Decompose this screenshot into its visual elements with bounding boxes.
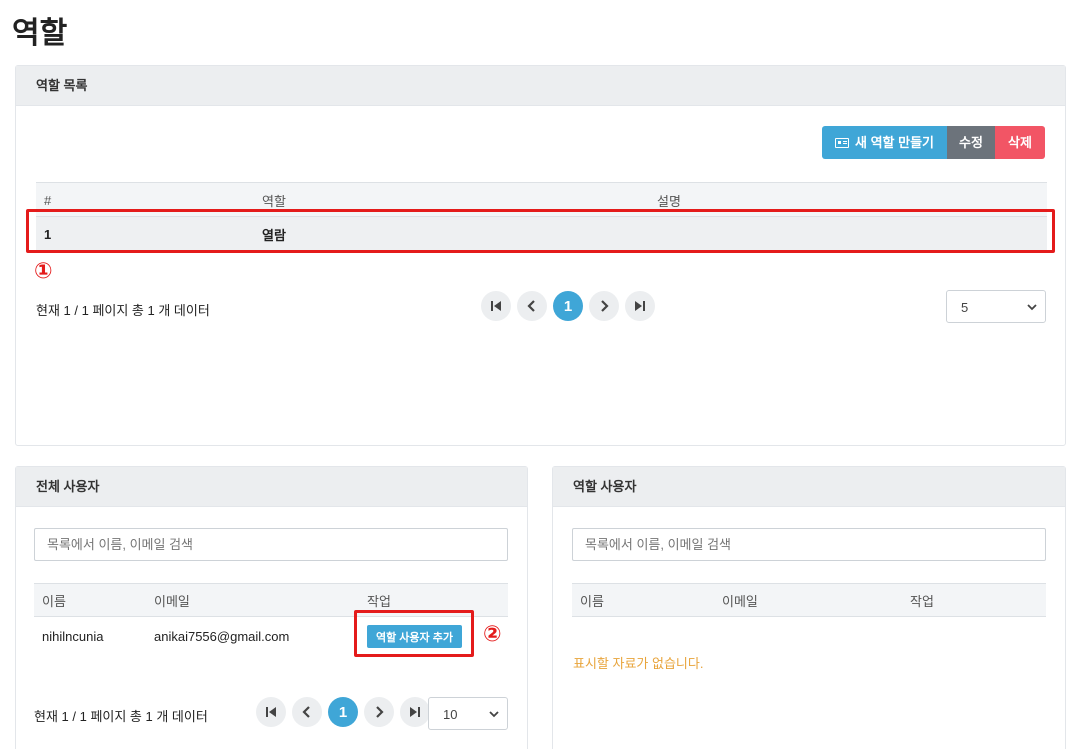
user-email: anikai7556@gmail.com (154, 629, 290, 645)
edit-role-button[interactable]: 수정 (947, 126, 995, 159)
all-users-search-input[interactable] (34, 528, 508, 561)
new-role-label: 새 역할 만들기 (855, 135, 934, 150)
role-users-panel: 역할 사용자 이름 이메일 작업 표시할 자료가 없습니다. (552, 466, 1066, 749)
column-header-action: 작업 (902, 583, 1046, 617)
marker-1: ① (34, 258, 53, 283)
role-action-buttons: 새 역할 만들기 수정 삭제 (822, 126, 1045, 159)
chevron-right-icon (601, 300, 609, 312)
all-users-page-size-select[interactable]: 10 (428, 697, 508, 730)
role-users-panel-header: 역할 사용자 (553, 467, 1065, 507)
chevron-left-icon (527, 300, 535, 312)
chevron-left-icon (302, 706, 310, 718)
chevron-down-icon (489, 711, 499, 718)
chevron-down-icon (1027, 304, 1037, 311)
role-users-search-input[interactable] (572, 528, 1046, 561)
chevron-right-icon (376, 706, 384, 718)
last-page-icon (635, 301, 645, 311)
roles-page-size-value: 5 (961, 300, 969, 315)
all-users-page-info: 현재 1 / 1 페이지 총 1 개 데이터 (34, 709, 208, 724)
id-card-icon (835, 137, 849, 148)
roles-panel: 역할 목록 새 역할 만들기 수정 삭제 # 역할 설명 1 열람 현재 1 /… (15, 65, 1066, 446)
column-header-name: 이름 (34, 583, 146, 617)
delete-role-button[interactable]: 삭제 (995, 126, 1045, 159)
all-users-pagination: 1 (256, 697, 430, 727)
roles-panel-header: 역할 목록 (16, 66, 1065, 106)
next-page-button[interactable] (364, 697, 394, 727)
roles-pagination: 1 (481, 291, 655, 321)
add-button-highlight (354, 610, 474, 657)
all-users-panel-header: 전체 사용자 (16, 467, 527, 507)
first-page-icon (266, 707, 276, 717)
next-page-button[interactable] (589, 291, 619, 321)
new-role-button[interactable]: 새 역할 만들기 (822, 126, 947, 159)
last-page-icon (410, 707, 420, 717)
role-users-table: 이름 이메일 작업 (572, 583, 1046, 617)
all-users-page-size-value: 10 (443, 707, 458, 722)
page-1-button[interactable]: 1 (328, 697, 358, 727)
all-users-panel: 전체 사용자 이름 이메일 작업 nihilncunia anikai7556@… (15, 466, 528, 749)
first-page-button[interactable] (481, 291, 511, 321)
prev-page-button[interactable] (292, 697, 322, 727)
prev-page-button[interactable] (517, 291, 547, 321)
last-page-button[interactable] (400, 697, 430, 727)
roles-page-info: 현재 1 / 1 페이지 총 1 개 데이터 (36, 303, 210, 318)
column-header-email: 이메일 (146, 583, 359, 617)
empty-state-text: 표시할 자료가 없습니다. (573, 656, 704, 671)
last-page-button[interactable] (625, 291, 655, 321)
roles-page-size-select[interactable]: 5 (946, 290, 1046, 323)
role-row-highlight (26, 209, 1055, 253)
page-1-button[interactable]: 1 (553, 291, 583, 321)
user-name: nihilncunia (42, 629, 104, 645)
page-title: 역할 (12, 17, 68, 50)
first-page-button[interactable] (256, 697, 286, 727)
first-page-icon (491, 301, 501, 311)
column-header-name: 이름 (572, 583, 714, 617)
marker-2: ② (483, 621, 502, 646)
column-header-email: 이메일 (714, 583, 902, 617)
